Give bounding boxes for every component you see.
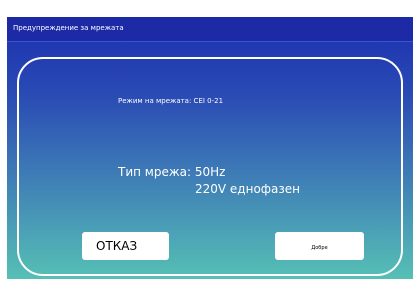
grid-phase-text: 220V еднофазен <box>195 182 301 196</box>
grid-mode-text: Режим на мрежата: CEI 0-21 <box>118 97 224 105</box>
screen: Предупреждение за мрежата Режим на мрежа… <box>0 0 420 282</box>
ok-button[interactable]: Добре <box>275 232 364 260</box>
dialog-title: Предупреждение за мрежата <box>13 24 124 32</box>
dialog-title-bar: Предупреждение за мрежата <box>7 17 413 42</box>
grid-warning-dialog: Предупреждение за мрежата Режим на мрежа… <box>7 17 413 279</box>
cancel-button[interactable]: ОТКАЗ <box>82 232 169 260</box>
grid-type-text: Тип мрежа: 50Hz <box>118 165 226 179</box>
dialog-content-panel: Режим на мрежата: CEI 0-21 Тип мрежа: 50… <box>17 57 403 276</box>
